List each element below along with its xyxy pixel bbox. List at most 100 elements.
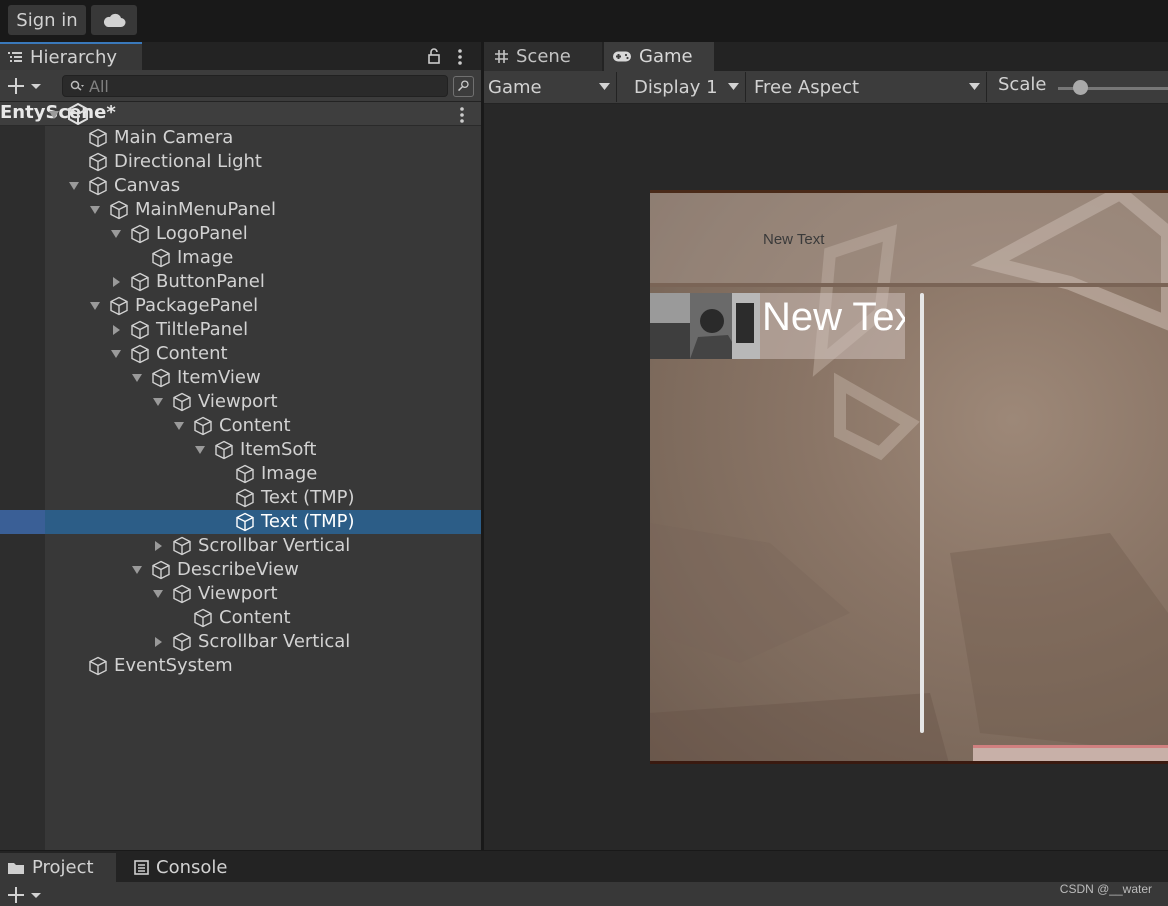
- gameobject-cube-icon: [131, 320, 149, 340]
- scene-row[interactable]: EntyScene*: [0, 102, 481, 126]
- gameobject-cube-icon: [89, 128, 107, 148]
- chevron-down-icon: [969, 83, 980, 90]
- collapse-arrow-icon[interactable]: [110, 276, 122, 288]
- expand-arrow-icon[interactable]: [152, 396, 164, 408]
- hierarchy-item[interactable]: TiltlePanel: [0, 318, 481, 342]
- hierarchy-item[interactable]: Image: [0, 462, 481, 486]
- gameobject-cube-icon: [236, 488, 254, 508]
- hierarchy-toolbar: All: [0, 70, 481, 102]
- more-options-icon[interactable]: [452, 47, 468, 67]
- hierarchy-item[interactable]: Viewport: [0, 582, 481, 606]
- collapse-arrow-icon[interactable]: [152, 636, 164, 648]
- game-mode-dropdown[interactable]: Game: [484, 72, 617, 102]
- display-dropdown[interactable]: Display 1: [621, 72, 746, 102]
- hierarchy-item-label: Viewport: [198, 583, 278, 604]
- hierarchy-item[interactable]: Text (TMP): [0, 510, 481, 534]
- hierarchy-item[interactable]: ItemSoft: [0, 438, 481, 462]
- game-mode-value: Game: [488, 76, 542, 98]
- gameobject-cube-icon: [236, 512, 254, 532]
- hierarchy-item[interactable]: Content: [0, 342, 481, 366]
- hierarchy-item-label: Main Camera: [114, 127, 234, 148]
- tab-project[interactable]: Project: [0, 853, 116, 882]
- collapse-arrow-icon[interactable]: [110, 324, 122, 336]
- hierarchy-item-label: Viewport: [198, 391, 278, 412]
- gameobject-cube-icon: [173, 536, 191, 556]
- game-viewport[interactable]: New Text New Tex: [484, 104, 1168, 850]
- hierarchy-item[interactable]: Canvas: [0, 174, 481, 198]
- collapse-arrow-icon[interactable]: [152, 540, 164, 552]
- add-dropdown-button[interactable]: [4, 74, 48, 98]
- chevron-down-icon: [728, 83, 739, 90]
- hierarchy-search-input[interactable]: All: [62, 75, 448, 97]
- title-text: New Text: [763, 231, 825, 248]
- lock-icon[interactable]: [426, 46, 442, 66]
- hierarchy-item[interactable]: LogoPanel: [0, 222, 481, 246]
- expand-arrow-icon[interactable]: [173, 420, 185, 432]
- item-image: [650, 293, 760, 359]
- sign-in-button[interactable]: Sign in: [8, 5, 86, 35]
- hierarchy-item-label: DescribeView: [177, 559, 299, 580]
- expand-arrow-icon[interactable]: [110, 228, 122, 240]
- item-text: New Tex: [762, 295, 905, 339]
- hierarchy-item-label: Scrollbar Vertical: [198, 631, 351, 652]
- scrollbar-vertical[interactable]: [920, 293, 924, 733]
- gameobject-cube-icon: [152, 368, 170, 388]
- game-panel: Scene Game Game Display 1 Free Aspect Sc…: [484, 42, 1168, 850]
- expand-arrow-icon[interactable]: [194, 444, 206, 456]
- gameobject-cube-icon: [131, 344, 149, 364]
- hierarchy-tree: EntyScene* Main Camera Directional Light C…: [0, 102, 481, 850]
- expand-arrow-icon[interactable]: [89, 204, 101, 216]
- unity-scene-icon: [68, 103, 88, 125]
- hierarchy-item[interactable]: PackagePanel: [0, 294, 481, 318]
- gameobject-cube-icon: [215, 440, 233, 460]
- expand-arrow-icon[interactable]: [131, 564, 143, 576]
- hierarchy-item[interactable]: ButtonPanel: [0, 270, 481, 294]
- hierarchy-item[interactable]: Directional Light: [0, 150, 481, 174]
- tab-hierarchy[interactable]: Hierarchy: [0, 42, 142, 70]
- hierarchy-item-label: MainMenuPanel: [135, 199, 276, 220]
- scene-options-icon[interactable]: [455, 106, 469, 124]
- scale-slider-handle[interactable]: [1073, 80, 1088, 95]
- hierarchy-list-icon: [8, 52, 22, 62]
- display-value: Display 1: [634, 76, 718, 98]
- tab-hierarchy-label: Hierarchy: [30, 46, 118, 68]
- hierarchy-item-label: Directional Light: [114, 151, 262, 172]
- expand-arrow-icon[interactable]: [48, 109, 60, 121]
- hierarchy-item[interactable]: Content: [0, 606, 481, 630]
- expand-arrow-icon[interactable]: [89, 300, 101, 312]
- expand-arrow-icon[interactable]: [152, 588, 164, 600]
- expand-arrow-icon[interactable]: [110, 348, 122, 360]
- hierarchy-item[interactable]: MainMenuPanel: [0, 198, 481, 222]
- tab-scene[interactable]: Scene: [484, 42, 602, 71]
- tab-project-label: Project: [32, 857, 94, 878]
- aspect-dropdown[interactable]: Free Aspect: [749, 72, 987, 102]
- hierarchy-item-label: Image: [261, 463, 318, 484]
- tab-game-label: Game: [639, 46, 693, 67]
- hierarchy-item[interactable]: Content: [0, 414, 481, 438]
- hierarchy-item-label: LogoPanel: [156, 223, 248, 244]
- tab-game[interactable]: Game: [604, 42, 714, 71]
- hierarchy-item-label: EventSystem: [114, 655, 233, 676]
- hierarchy-item[interactable]: Viewport: [0, 390, 481, 414]
- hierarchy-item[interactable]: Scrollbar Vertical: [0, 534, 481, 558]
- hierarchy-item-label: Content: [219, 607, 291, 628]
- hierarchy-item[interactable]: Image: [0, 246, 481, 270]
- expand-arrow-icon[interactable]: [131, 372, 143, 384]
- search-by-type-icon[interactable]: [453, 76, 474, 97]
- bottom-panel: Project Console CSDN @__water: [0, 850, 1168, 906]
- hierarchy-item[interactable]: EventSystem: [0, 654, 481, 678]
- hierarchy-item[interactable]: ItemView: [0, 366, 481, 390]
- hierarchy-item[interactable]: Main Camera: [0, 126, 481, 150]
- hierarchy-item-label: Text (TMP): [261, 511, 355, 532]
- cloud-button[interactable]: [91, 5, 137, 35]
- expand-arrow-icon[interactable]: [68, 180, 80, 192]
- gameobject-cube-icon: [131, 224, 149, 244]
- add-dropdown-button[interactable]: [4, 885, 48, 905]
- hierarchy-item[interactable]: DescribeView: [0, 558, 481, 582]
- hierarchy-tabbar: Hierarchy: [0, 42, 481, 70]
- hierarchy-item[interactable]: Text (TMP): [0, 486, 481, 510]
- tab-console-label: Console: [156, 857, 228, 878]
- describe-panel-edge: [973, 745, 1168, 761]
- tab-console[interactable]: Console: [124, 853, 244, 882]
- hierarchy-item[interactable]: Scrollbar Vertical: [0, 630, 481, 654]
